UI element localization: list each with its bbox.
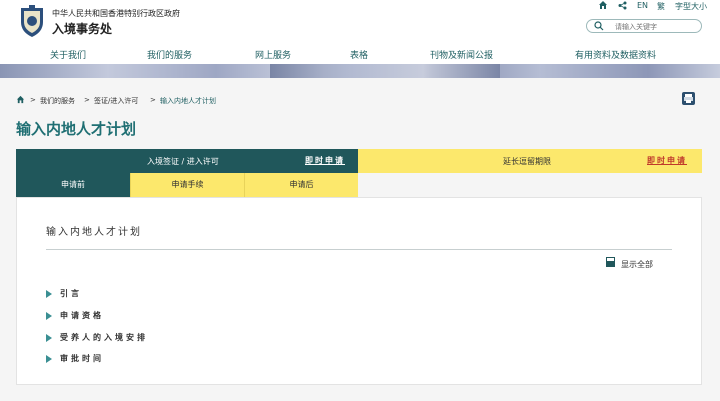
breadcrumb-visa[interactable]: 签证/进入许可 bbox=[94, 96, 138, 106]
expand-arrow-icon bbox=[46, 354, 52, 363]
breadcrumb-separator: > bbox=[30, 96, 36, 104]
hkid-emblem-icon[interactable] bbox=[18, 4, 46, 38]
accordion-item-eligibility[interactable]: 申请资格 bbox=[46, 310, 104, 321]
breadcrumb-home-icon[interactable] bbox=[16, 95, 25, 104]
department-name[interactable]: 入境事务处 bbox=[52, 20, 112, 37]
banner-photo-strip bbox=[270, 64, 500, 78]
tab-extension-of-stay-label[interactable]: 延长逗留期限 bbox=[503, 156, 551, 167]
page-bottom bbox=[0, 385, 720, 401]
expand-arrow-icon bbox=[46, 289, 52, 298]
nav-useful-info[interactable]: 有用资料及数据资料 bbox=[575, 48, 656, 61]
breadcrumb-our-services[interactable]: 我们的服务 bbox=[40, 96, 75, 106]
accordion-item-dependants[interactable]: 受养人的入境安排 bbox=[46, 332, 148, 343]
expand-arrow-icon bbox=[46, 333, 52, 342]
apply-now-link-visa[interactable]: 即时申请 bbox=[305, 155, 345, 166]
search-box[interactable] bbox=[586, 19, 702, 33]
nav-services[interactable]: 我们的服务 bbox=[147, 48, 192, 61]
show-all-label[interactable]: 显示全部 bbox=[621, 259, 653, 270]
tab-entry-visa-label[interactable]: 入境签证 / 进入许可 bbox=[147, 156, 219, 167]
nav-publications[interactable]: 刊物及新闻公报 bbox=[430, 48, 493, 61]
subtab-before-application[interactable]: 申请前 bbox=[16, 173, 130, 197]
government-name: 中华人民共和国香港特别行政区政府 bbox=[52, 9, 180, 18]
accordion-item-processing-time[interactable]: 审批时间 bbox=[46, 353, 104, 364]
accordion-item-introduction[interactable]: 引言 bbox=[46, 288, 82, 299]
nav-about[interactable]: 关于我们 bbox=[50, 48, 86, 61]
section-title: 输入内地人才计划 bbox=[46, 227, 142, 238]
accordion-item-label: 引言 bbox=[60, 289, 82, 298]
accordion-item-label: 受养人的入境安排 bbox=[60, 333, 148, 342]
search-input[interactable] bbox=[615, 21, 699, 32]
search-icon[interactable] bbox=[594, 21, 604, 31]
breadcrumb-separator: > bbox=[84, 96, 90, 104]
subtab-application-procedure[interactable]: 申请手续 bbox=[130, 173, 244, 197]
accordion-item-label: 申请资格 bbox=[60, 311, 104, 320]
accordion-item-label: 审批时间 bbox=[60, 354, 104, 363]
show-all-checkbox-mark bbox=[607, 258, 614, 261]
language-tc-link[interactable]: 繁 bbox=[657, 1, 665, 12]
font-size-link[interactable]: 字型大小 bbox=[675, 1, 707, 12]
apply-now-link-extension[interactable]: 即时申请 bbox=[647, 155, 687, 166]
language-en-link[interactable]: EN bbox=[637, 1, 648, 10]
expand-arrow-icon bbox=[46, 311, 52, 320]
nav-online-services[interactable]: 网上服务 bbox=[255, 48, 291, 61]
print-icon[interactable] bbox=[682, 92, 695, 105]
breadcrumb-current: 输入内地人才计划 bbox=[160, 97, 216, 105]
page-title: 输入内地人才计划 bbox=[16, 120, 137, 138]
section-divider bbox=[46, 249, 672, 250]
home-icon[interactable] bbox=[598, 0, 608, 10]
subtab-after-application[interactable]: 申请后 bbox=[244, 173, 358, 197]
nav-forms[interactable]: 表格 bbox=[350, 48, 368, 61]
banner-image bbox=[0, 64, 720, 78]
breadcrumb-separator: > bbox=[150, 96, 156, 104]
share-icon[interactable] bbox=[618, 1, 627, 10]
